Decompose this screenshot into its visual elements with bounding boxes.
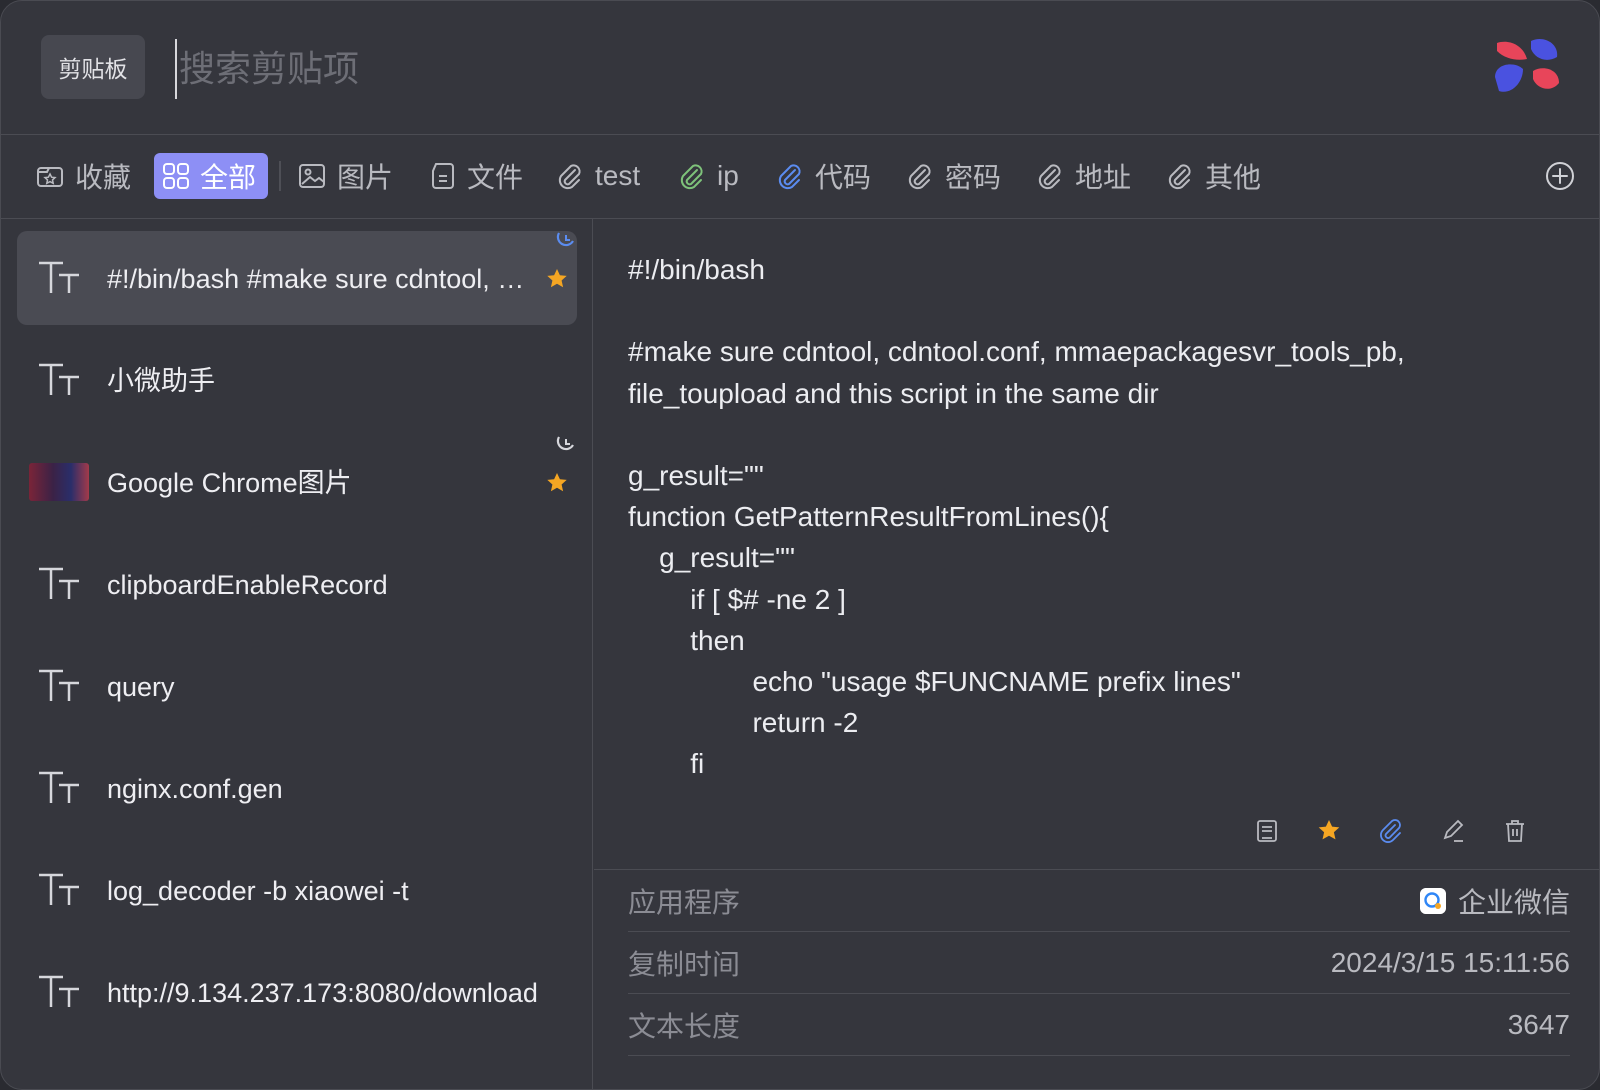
tab-files[interactable]: 文件: [421, 153, 531, 199]
tab-code[interactable]: 代码: [767, 153, 879, 199]
app-logo-icon: [1495, 38, 1559, 92]
list-item-label: http://9.134.237.173:8080/download: [107, 978, 538, 1008]
tab-divider: [279, 161, 281, 191]
meta-value: 企业微信: [1419, 881, 1570, 921]
tab-address[interactable]: 地址: [1027, 153, 1139, 199]
pin-indicator-icon: [556, 436, 574, 451]
list-item-label: query: [107, 672, 175, 702]
folder-star-icon: [37, 167, 63, 187]
tab-label: 收藏: [75, 162, 132, 193]
paperclip-icon: [558, 164, 581, 190]
meta-key: 文本长度: [628, 1010, 741, 1042]
clip-actions: [1254, 815, 1528, 847]
list-item[interactable]: log_decoder -b xiaowei -t: [17, 843, 577, 937]
pin-indicator-icon: [556, 232, 574, 247]
tab-label: 图片: [337, 162, 394, 193]
list-item-label: clipboardEnableRecord: [107, 570, 388, 600]
wecom-app-icon: [1419, 887, 1446, 914]
tab-label: ip: [717, 160, 739, 191]
meta-key: 应用程序: [628, 886, 741, 918]
meta-row-time: 复制时间 2024/3/15 15:11:56: [628, 932, 1570, 994]
trash-icon[interactable]: [1502, 818, 1528, 844]
meta-row-length: 文本长度 3647: [628, 994, 1570, 1056]
text-type-icon: [39, 363, 79, 395]
image-thumbnail: [29, 463, 89, 501]
grid-icon: [163, 163, 189, 189]
text-type-icon: [39, 975, 79, 1007]
list-item-label: log_decoder -b xiaowei -t: [107, 876, 409, 906]
clipboard-tag-button[interactable]: 剪贴板: [41, 35, 145, 99]
star-icon[interactable]: [545, 267, 569, 291]
list-item[interactable]: clipboardEnableRecord: [17, 537, 577, 631]
clipboard-window: 剪贴板 收藏 全部: [0, 0, 1600, 1090]
tab-favorites[interactable]: 收藏: [27, 153, 139, 199]
search-input[interactable]: [175, 39, 1381, 99]
meta-value: 2024/3/15 15:11:56: [1330, 946, 1570, 978]
file-icon: [432, 163, 454, 189]
app-name: 企业微信: [1457, 886, 1570, 918]
list-item-label: 小微助手: [107, 366, 215, 396]
list-item[interactable]: query: [17, 639, 577, 733]
tab-ip[interactable]: ip: [669, 153, 747, 199]
paperclip-icon: [680, 164, 703, 190]
paperclip-icon: [908, 164, 931, 190]
clip-preview: #!/bin/bash #make sure cdntool, cdntool.…: [594, 219, 1599, 871]
paperclip-icon: [1168, 164, 1191, 190]
tab-label: 代码: [815, 162, 872, 193]
paperclip-icon: [1038, 164, 1061, 190]
list-item[interactable]: Google Chrome图片: [17, 435, 577, 529]
list-item[interactable]: http://9.134.237.173:8080/download: [17, 945, 577, 1039]
tab-label: 地址: [1075, 162, 1132, 193]
clip-list: #!/bin/bash #make sure cdntool, cdntool.…: [1, 219, 593, 1089]
paperclip-icon: [778, 164, 801, 190]
edit-icon[interactable]: [1440, 818, 1466, 844]
clip-metadata: 应用程序 企业微信 复制时间 2024/3/15 15:11:56 文本长度 3…: [594, 869, 1599, 1089]
list-item-label: #!/bin/bash #make sure cdntool, cdntool.…: [107, 264, 537, 294]
tab-label: 全部: [200, 162, 257, 193]
star-icon[interactable]: [1316, 818, 1342, 844]
meta-key: 复制时间: [628, 948, 741, 980]
tab-label: 密码: [945, 162, 1002, 193]
note-icon[interactable]: [1254, 818, 1280, 844]
tab-label: 文件: [467, 162, 524, 193]
list-item[interactable]: 小微助手: [17, 333, 577, 427]
tab-label: test: [595, 160, 641, 191]
add-category-icon[interactable]: [1545, 161, 1575, 191]
tab-password[interactable]: 密码: [897, 153, 1009, 199]
paperclip-icon[interactable]: [1378, 818, 1404, 844]
text-type-icon: [39, 567, 79, 599]
list-item-label: nginx.conf.gen: [107, 774, 283, 804]
tab-images[interactable]: 图片: [289, 153, 401, 199]
list-item-label: Google Chrome图片: [107, 468, 352, 498]
image-icon: [299, 164, 325, 188]
list-item[interactable]: nginx.conf.gen: [17, 741, 577, 835]
list-item[interactable]: #!/bin/bash #make sure cdntool, cdntool.…: [17, 231, 577, 325]
text-type-icon: [39, 873, 79, 905]
tab-other[interactable]: 其他: [1157, 153, 1269, 199]
tab-label: 其他: [1205, 162, 1262, 193]
text-type-icon: [39, 669, 79, 701]
star-icon[interactable]: [545, 471, 569, 495]
clip-text-content[interactable]: #!/bin/bash #make sure cdntool, cdntool.…: [628, 249, 1568, 809]
tab-all[interactable]: 全部: [154, 153, 268, 199]
category-tabs: 收藏 全部 图片 文件 test ip 代码 密码 地址 其他: [1, 135, 1599, 219]
text-type-icon: [39, 261, 79, 293]
meta-value: 3647: [1507, 1008, 1570, 1040]
meta-row-app: 应用程序 企业微信: [628, 870, 1570, 932]
header: 剪贴板: [1, 1, 1599, 135]
text-type-icon: [39, 771, 79, 803]
tab-test[interactable]: test: [547, 153, 648, 199]
